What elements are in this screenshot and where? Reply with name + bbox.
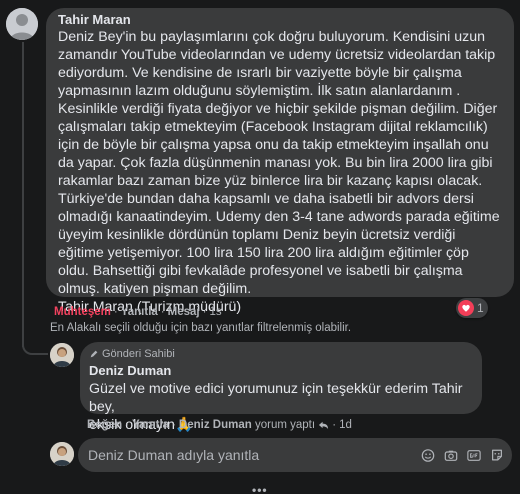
replied-by-name[interactable]: Deniz Duman xyxy=(179,419,252,431)
camera-icon[interactable] xyxy=(444,448,458,462)
love-reaction-icon xyxy=(458,300,474,316)
reply-box xyxy=(78,438,512,472)
message-button[interactable]: Mesaj xyxy=(168,306,200,318)
commenter-avatar[interactable] xyxy=(6,8,38,40)
sticker-icon[interactable] xyxy=(490,448,504,462)
current-user-avatar[interactable] xyxy=(50,442,74,466)
filter-note: En Alakalı seçili olduğu için bazı yanıt… xyxy=(50,322,352,334)
reply-actions: Beğen · Yanıtla · Deniz Duman yorum yaptı · 1… xyxy=(87,418,352,434)
reply-author-avatar[interactable] xyxy=(50,343,74,367)
reply-button[interactable]: Yanıtla xyxy=(121,306,158,318)
reply-time[interactable]: 1d xyxy=(339,419,352,431)
reply-bubble: Gönderi Sahibi Deniz Duman Güzel ve moti… xyxy=(80,342,482,433)
comment-text: Deniz Bey'in bu paylaşımlarını çok doğru… xyxy=(58,29,500,315)
comment-actions: Muhteşem · Yanıtla · Mesaj · 1s xyxy=(54,306,222,318)
reaction-button[interactable]: Muhteşem xyxy=(54,306,111,318)
like-button[interactable]: Beğen xyxy=(87,419,122,431)
comment-author[interactable]: Tahir Maran xyxy=(58,12,502,28)
comment-bubble: Tahir Maran Deniz Bey'in bu paylaşımları… xyxy=(46,8,514,315)
reply-input-icons xyxy=(421,448,512,462)
more-options-icon[interactable]: ••• xyxy=(252,484,268,494)
reply-author[interactable]: Deniz Duman xyxy=(89,363,474,379)
reaction-summary[interactable]: 1 xyxy=(456,298,488,318)
gif-icon[interactable] xyxy=(467,448,481,462)
thread-line xyxy=(22,42,24,347)
author-badge-label: Gönderi Sahibi xyxy=(102,348,175,360)
reply-icon xyxy=(318,419,329,434)
replied-suffix: yorum yaptı xyxy=(254,419,316,431)
reaction-count: 1 xyxy=(477,301,484,315)
comment-time[interactable]: 1s xyxy=(209,306,221,318)
reply-reply-button[interactable]: Yanıtla xyxy=(132,419,169,431)
emoji-icon[interactable] xyxy=(421,448,435,462)
pencil-icon xyxy=(89,349,99,359)
thread-line-curve xyxy=(22,345,48,355)
reply-input[interactable] xyxy=(88,447,421,463)
author-badge: Gönderi Sahibi xyxy=(89,347,474,361)
